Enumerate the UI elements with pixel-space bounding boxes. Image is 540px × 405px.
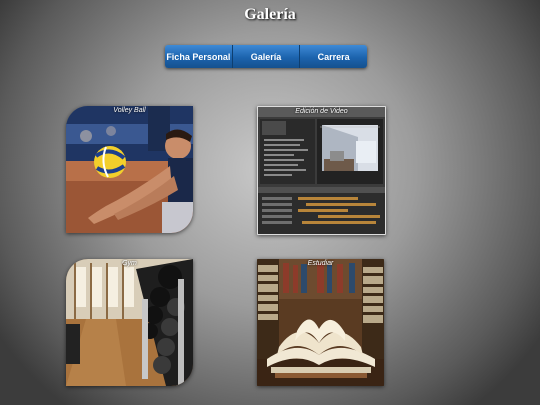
- gallery-tile-video-editing[interactable]: Edición de Video: [257, 106, 386, 235]
- video-editing-image: [258, 107, 385, 234]
- volleyball-image: [66, 106, 193, 233]
- nav-item-ficha-personal[interactable]: Ficha Personal: [165, 45, 233, 68]
- page-title: Galería: [244, 6, 296, 23]
- tile-caption: Volley Ball: [113, 107, 146, 114]
- nav-item-galeria[interactable]: Galería: [232, 45, 301, 68]
- gym-image: [66, 259, 193, 386]
- gallery-tile-gym[interactable]: Gym: [66, 259, 193, 386]
- nav-item-carrera[interactable]: Carrera: [300, 45, 367, 68]
- gallery-tile-volleyball[interactable]: Volley Ball: [66, 106, 193, 233]
- study-image: [257, 259, 384, 386]
- tile-caption: Edición de Video: [295, 108, 348, 115]
- tile-caption: Gym: [122, 260, 137, 267]
- tile-caption: Estudiar: [307, 260, 334, 267]
- main-nav: Ficha Personal Galería Carrera: [165, 45, 367, 68]
- gallery-tile-study[interactable]: Estudiar: [257, 259, 384, 386]
